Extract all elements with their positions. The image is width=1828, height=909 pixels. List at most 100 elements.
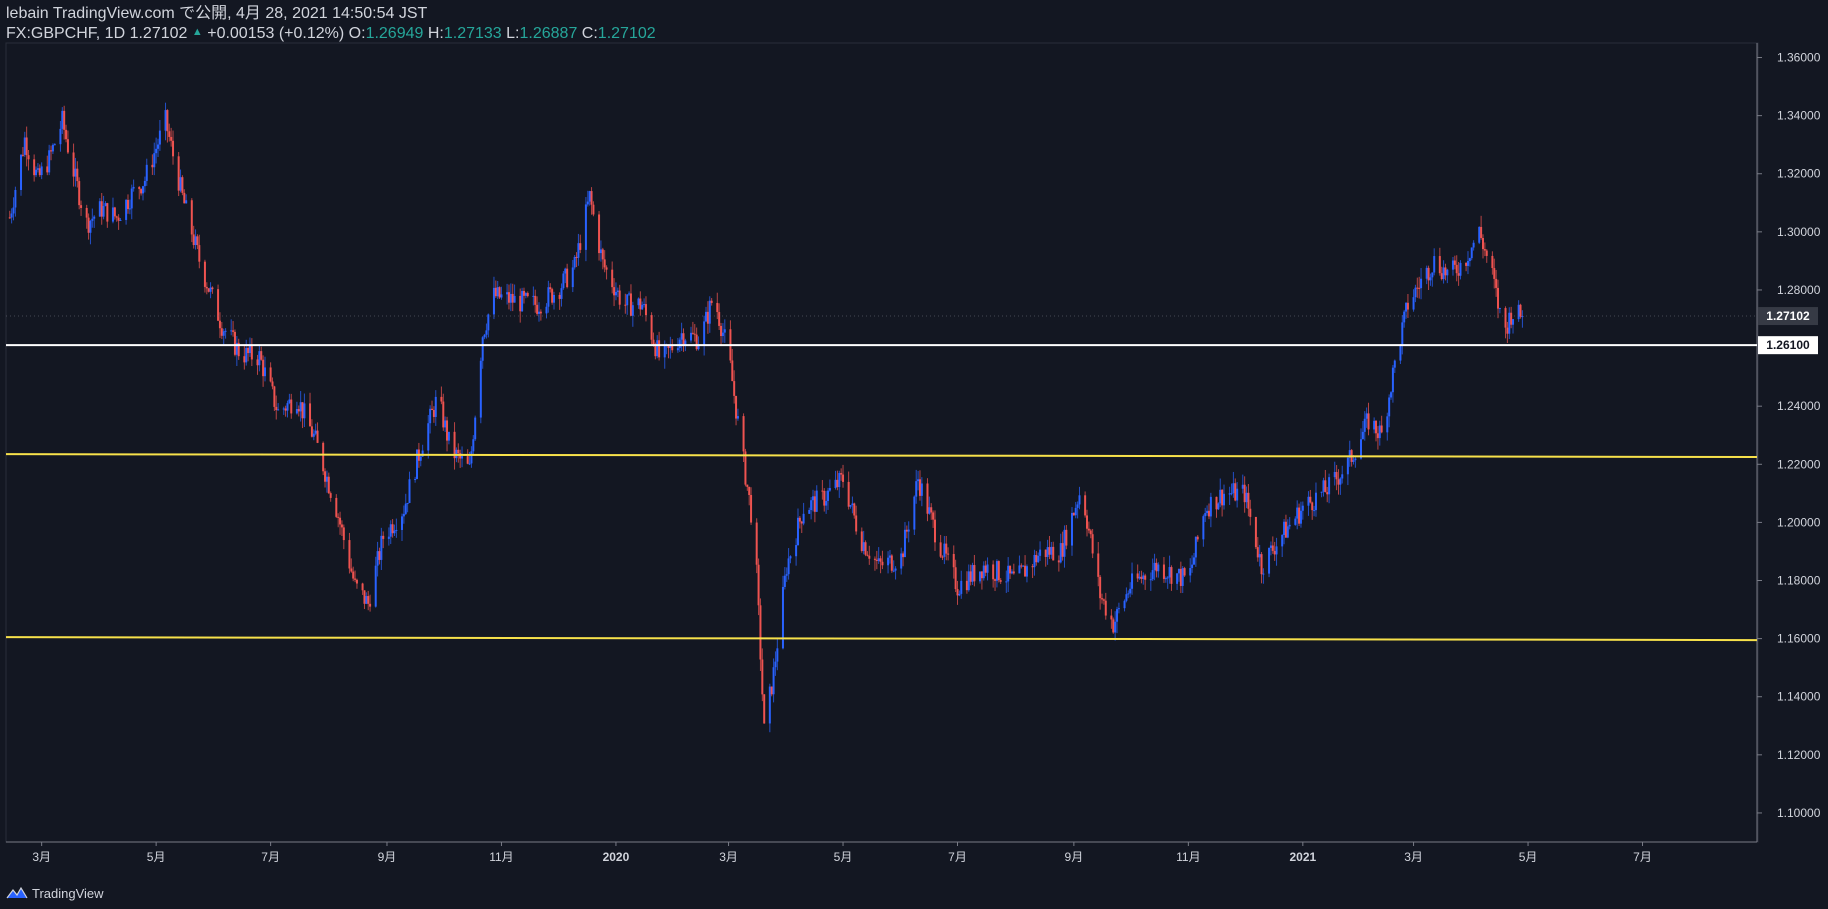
candle-body xyxy=(314,430,317,434)
candle-body xyxy=(183,192,186,204)
candle-body xyxy=(1326,492,1329,495)
x-tick-label: 5月 xyxy=(834,850,853,864)
candle-body xyxy=(479,360,482,418)
candle-body xyxy=(902,553,905,558)
candle-body xyxy=(1018,565,1021,574)
candle-body xyxy=(1328,477,1331,495)
candle-body xyxy=(192,234,195,246)
candle-body xyxy=(65,129,68,140)
candle-body xyxy=(643,304,646,306)
candle-body xyxy=(744,451,747,485)
candle-body xyxy=(894,568,897,571)
candle-body xyxy=(1234,483,1237,501)
tradingview-brand[interactable]: TradingView xyxy=(32,886,104,901)
candle-body xyxy=(1209,496,1212,517)
price-axis[interactable]: 1.36000 1.34000 1.32000 1.30000 1.28000 1.240… xyxy=(1757,51,1821,820)
candle-body xyxy=(429,408,432,424)
candle-body xyxy=(350,568,353,572)
y-tick-label: 1.20000 xyxy=(1777,515,1821,529)
candle-body xyxy=(166,110,169,132)
candle-body xyxy=(1136,573,1139,579)
candle-body xyxy=(322,442,325,472)
candle-body xyxy=(907,529,910,532)
candle-body xyxy=(796,517,799,546)
candle-body xyxy=(1311,502,1314,511)
candle-body xyxy=(1072,512,1075,516)
candle-body xyxy=(1309,496,1312,503)
candle-body xyxy=(825,500,828,506)
candle-body xyxy=(1262,573,1265,575)
time-axis[interactable]: 3月 5月 7月 9月 11月 2020 3月 5月 7月 9月 11月 2021 3月 5月 7月 xyxy=(32,842,1652,864)
candle-body xyxy=(256,359,259,366)
candle-body xyxy=(965,580,968,591)
candle-body xyxy=(599,249,602,254)
candle-body xyxy=(1129,588,1132,594)
candle-body xyxy=(650,315,653,340)
candle-body xyxy=(1059,543,1062,563)
candle-body xyxy=(468,463,471,465)
candle-body xyxy=(164,110,167,131)
candle-body xyxy=(312,433,315,437)
candle-body xyxy=(521,290,524,312)
candle-body xyxy=(1177,568,1180,574)
candle-body xyxy=(1192,557,1195,565)
candle-body xyxy=(185,200,188,204)
candle-body xyxy=(1495,278,1498,288)
candle-body xyxy=(404,503,407,514)
candle-body xyxy=(1418,287,1421,289)
candle-body xyxy=(132,186,135,189)
candle-body xyxy=(1363,418,1366,432)
candle-body xyxy=(230,330,233,332)
candle-body xyxy=(113,207,116,217)
candle-body xyxy=(828,488,831,491)
candle-body xyxy=(1117,608,1120,610)
candle-body xyxy=(1157,564,1160,572)
candle-body xyxy=(750,495,753,523)
candle-body xyxy=(716,302,719,313)
candle-body xyxy=(155,148,158,154)
candle-body xyxy=(1046,547,1049,557)
candle-body xyxy=(1346,457,1349,475)
candle-body xyxy=(446,420,449,441)
candle-body xyxy=(562,273,565,289)
candle-body xyxy=(1181,568,1184,586)
candle-body xyxy=(862,542,865,551)
candle-body xyxy=(472,439,475,452)
y-tick-label: 1.32000 xyxy=(1777,167,1821,181)
candle-body xyxy=(1378,425,1381,439)
candle-body xyxy=(838,473,841,488)
price-chart[interactable]: 1.36000 1.34000 1.32000 1.30000 1.28000 1.240… xyxy=(0,0,1828,909)
candle-body xyxy=(875,559,878,561)
candle-body xyxy=(1453,260,1456,265)
candle-body xyxy=(1283,521,1286,536)
candle-body xyxy=(218,320,221,329)
candle-body xyxy=(233,331,236,355)
candle-body xyxy=(128,208,131,210)
candle-body xyxy=(928,507,931,514)
candle-body xyxy=(310,426,313,437)
candle-body xyxy=(434,396,437,417)
candle-body xyxy=(1127,593,1130,595)
candle-body xyxy=(400,516,403,530)
candle-body xyxy=(1207,510,1210,517)
candle-body xyxy=(847,481,850,507)
candle-body xyxy=(288,399,291,404)
candle-body xyxy=(66,139,69,153)
candle-body xyxy=(579,243,582,250)
candle-body xyxy=(378,551,381,560)
candle-body xyxy=(1508,312,1511,334)
candle-body xyxy=(639,298,642,310)
candle-body xyxy=(1153,562,1156,571)
candle-body xyxy=(1320,491,1323,493)
candle-body xyxy=(984,565,987,573)
candle-body xyxy=(342,527,345,541)
candle-body xyxy=(900,553,903,569)
candle-body xyxy=(36,168,39,170)
candle-body xyxy=(1256,547,1259,558)
candle-body xyxy=(1087,528,1090,531)
candle-body xyxy=(209,287,212,292)
candle-body xyxy=(1191,564,1194,568)
candle-body xyxy=(1102,599,1105,601)
candle-body xyxy=(190,200,193,235)
candle-body xyxy=(172,140,175,157)
